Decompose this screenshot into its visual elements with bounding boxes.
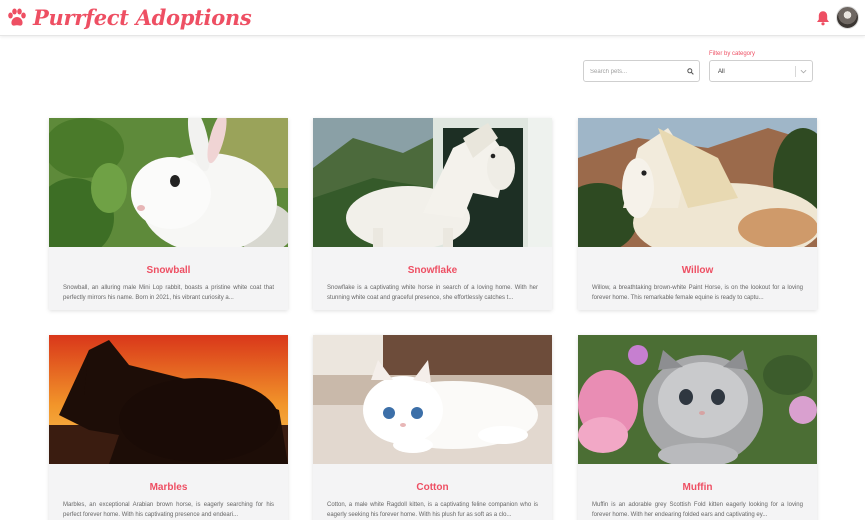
pet-photo	[49, 335, 288, 464]
chevron-down-icon	[800, 69, 807, 74]
pet-photo	[49, 118, 288, 247]
user-avatar[interactable]	[836, 6, 859, 29]
pet-description: Snowflake is a captivating white horse i…	[327, 285, 538, 301]
pet-card[interactable]: Snowball Snowball, an alluring male Mini…	[49, 118, 288, 310]
paw-icon	[8, 8, 26, 26]
pet-description: Muffin is an adorable grey Scottish Fold…	[592, 502, 803, 518]
category-filter-label: Filter by category	[709, 51, 756, 57]
pet-photo	[313, 335, 552, 464]
pet-name[interactable]: Snowflake	[313, 265, 552, 277]
top-bar: Purrfect Adoptions	[0, 0, 865, 36]
search-box	[583, 60, 700, 82]
pet-photo	[578, 335, 817, 464]
pet-description: Willow, a breathtaking brown-white Paint…	[592, 285, 803, 301]
select-divider	[795, 66, 796, 77]
pet-photo	[578, 118, 817, 247]
brand-logo[interactable]: Purrfect Adoptions	[6, 5, 252, 31]
search-input[interactable]	[590, 65, 678, 78]
pet-card[interactable]: Snowflake Snowflake is a captivating whi…	[313, 118, 552, 310]
pet-card[interactable]: Willow Willow, a breathtaking brown-whit…	[578, 118, 817, 310]
bell-icon[interactable]	[816, 10, 830, 26]
pet-description: Marbles, an exceptional Arabian brown ho…	[63, 502, 274, 518]
pet-name[interactable]: Muffin	[578, 482, 817, 494]
category-selected-value: All	[718, 69, 725, 75]
pet-card[interactable]: Muffin Muffin is an adorable grey Scotti…	[578, 335, 817, 520]
pet-name[interactable]: Snowball	[49, 265, 288, 277]
pet-description: Cotton, a male white Ragdoll kitten, is …	[327, 502, 538, 518]
pet-description: Snowball, an alluring male Mini Lop rabb…	[63, 285, 274, 301]
pet-card[interactable]: Marbles Marbles, an exceptional Arabian …	[49, 335, 288, 520]
pet-name[interactable]: Cotton	[313, 482, 552, 494]
pet-name[interactable]: Marbles	[49, 482, 288, 494]
category-select[interactable]: All	[709, 60, 813, 82]
pet-name[interactable]: Willow	[578, 265, 817, 277]
search-icon[interactable]	[687, 68, 694, 75]
pet-card[interactable]: Cotton Cotton, a male white Ragdoll kitt…	[313, 335, 552, 520]
brand-name: Purrfect Adoptions	[33, 5, 252, 30]
pet-photo	[313, 118, 552, 247]
